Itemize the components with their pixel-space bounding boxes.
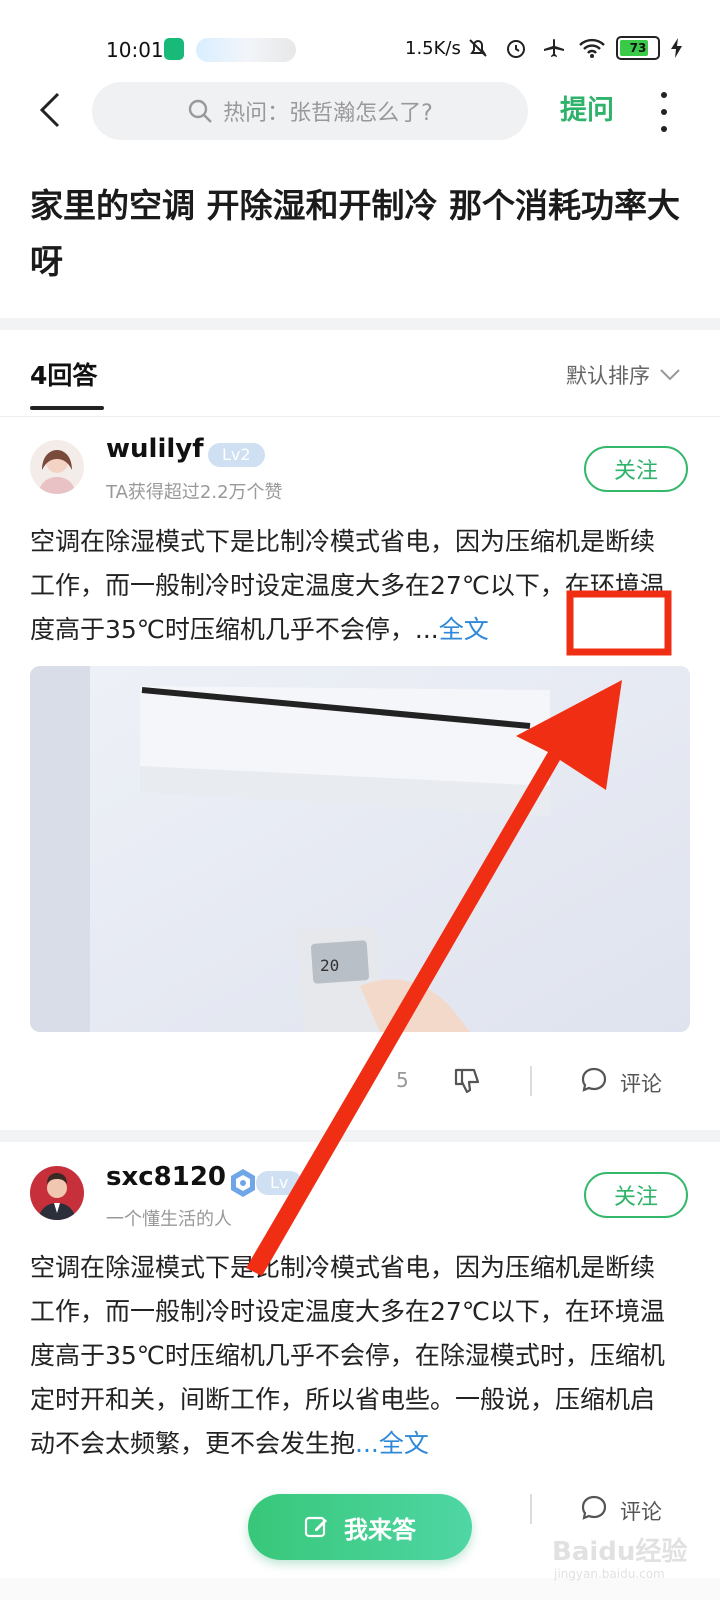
status-time: 10:01 [106,38,164,62]
network-speed: 1.5K/s [405,38,461,59]
answer-ellipsis: ... [414,615,439,644]
shield-icon [164,38,184,60]
answer-user-subtitle: 一个懂生活的人 [106,1209,232,1230]
answer-button[interactable]: 我来答 [248,1494,472,1560]
answer-text[interactable]: 空调在除湿模式下是比制冷模式省电，因为压缩机是断续工作，而一般制冷时设定温度大多… [30,1246,670,1466]
comment-button[interactable]: 评论 [620,1496,662,1526]
full-text-link[interactable]: 全文 [439,615,489,644]
sort-dropdown[interactable]: 默认排序 [566,360,680,390]
answers-count-tab[interactable]: 4回答 [30,356,97,392]
answer-user-subtitle: TA获得超过2.2万个赞 [106,482,283,503]
avatar[interactable] [30,1166,84,1220]
top-nav: 热问：张哲瀚怎么了? 提问 [0,78,720,144]
full-text-link[interactable]: 全文 [379,1429,429,1458]
sort-label: 默认排序 [566,364,650,388]
answer-body: 空调在除湿模式下是比制冷模式省电，因为压缩机是断续工作，而一般制冷时设定温度大多… [30,1253,665,1458]
tab-underline [30,406,104,410]
follow-button[interactable]: 关注 [584,1172,688,1218]
answer-body: 空调在除湿模式下是比制冷模式省电，因为压缩机是断续工作，而一般制冷时设定温度大多… [30,527,665,644]
avatar[interactable] [30,440,84,494]
comment-button[interactable]: 评论 [620,1068,662,1098]
answer-username[interactable]: wulilyf [106,434,204,464]
charging-icon [670,34,684,62]
follow-button[interactable]: 关注 [584,446,688,492]
answers-header: 4回答 默认排序 [0,336,720,417]
ask-question-button[interactable]: 提问 [560,88,614,127]
answer-text[interactable]: 空调在除湿模式下是比制冷模式省电，因为压缩机是断续工作，而一般制冷时设定温度大多… [30,520,670,652]
chevron-down-icon [660,369,680,381]
answer-button-label: 我来答 [344,1515,416,1544]
dislike-icon[interactable] [452,1066,484,1098]
more-options-icon[interactable] [652,92,676,132]
answer-ellipsis: ... [355,1429,379,1458]
section-divider [0,318,720,330]
battery-icon: 73 [616,36,660,60]
status-bar: 10:01 1.5K/s 73 [0,0,720,90]
watermark-text: Baidu经验 [552,1536,687,1567]
search-placeholder: 热问：张哲瀚怎么了? [223,101,433,126]
level-badge: Lv2 [208,443,265,467]
airplane-icon [540,34,568,62]
level-badge: Lv [256,1171,303,1195]
answer-actions: 5 评论 [0,1058,720,1108]
action-separator [530,1494,532,1524]
alarm-icon [502,34,530,62]
air-conditioner-photo[interactable]: 20 [30,666,690,1032]
remote-display-text: 20 [320,956,339,975]
blurred-notification-icons [196,38,296,62]
answer-divider [0,1130,720,1142]
search-input[interactable]: 热问：张哲瀚怎么了? [92,82,528,140]
back-button[interactable] [26,86,74,134]
comment-icon[interactable] [580,1494,610,1524]
battery-level: 73 [629,41,647,55]
baidu-watermark-logo: Baidu经验 jingyan.baidu.com [552,1530,702,1584]
question-title: 家里的空调 开除湿和开制冷 那个消耗功率大呀 [30,186,680,281]
search-icon [188,99,213,123]
comment-icon[interactable] [580,1066,610,1096]
action-separator [530,1066,532,1096]
watermark-url: jingyan.baidu.com [553,1567,665,1581]
edit-icon [304,1516,327,1538]
like-count: 5 [396,1068,409,1092]
back-arrow-icon [39,92,60,128]
wifi-icon [578,34,606,62]
verified-icon [228,1168,258,1198]
status-icons: 73 [464,34,684,62]
answer-username[interactable]: sxc8120 [106,1162,226,1192]
mute-icon [464,34,492,62]
